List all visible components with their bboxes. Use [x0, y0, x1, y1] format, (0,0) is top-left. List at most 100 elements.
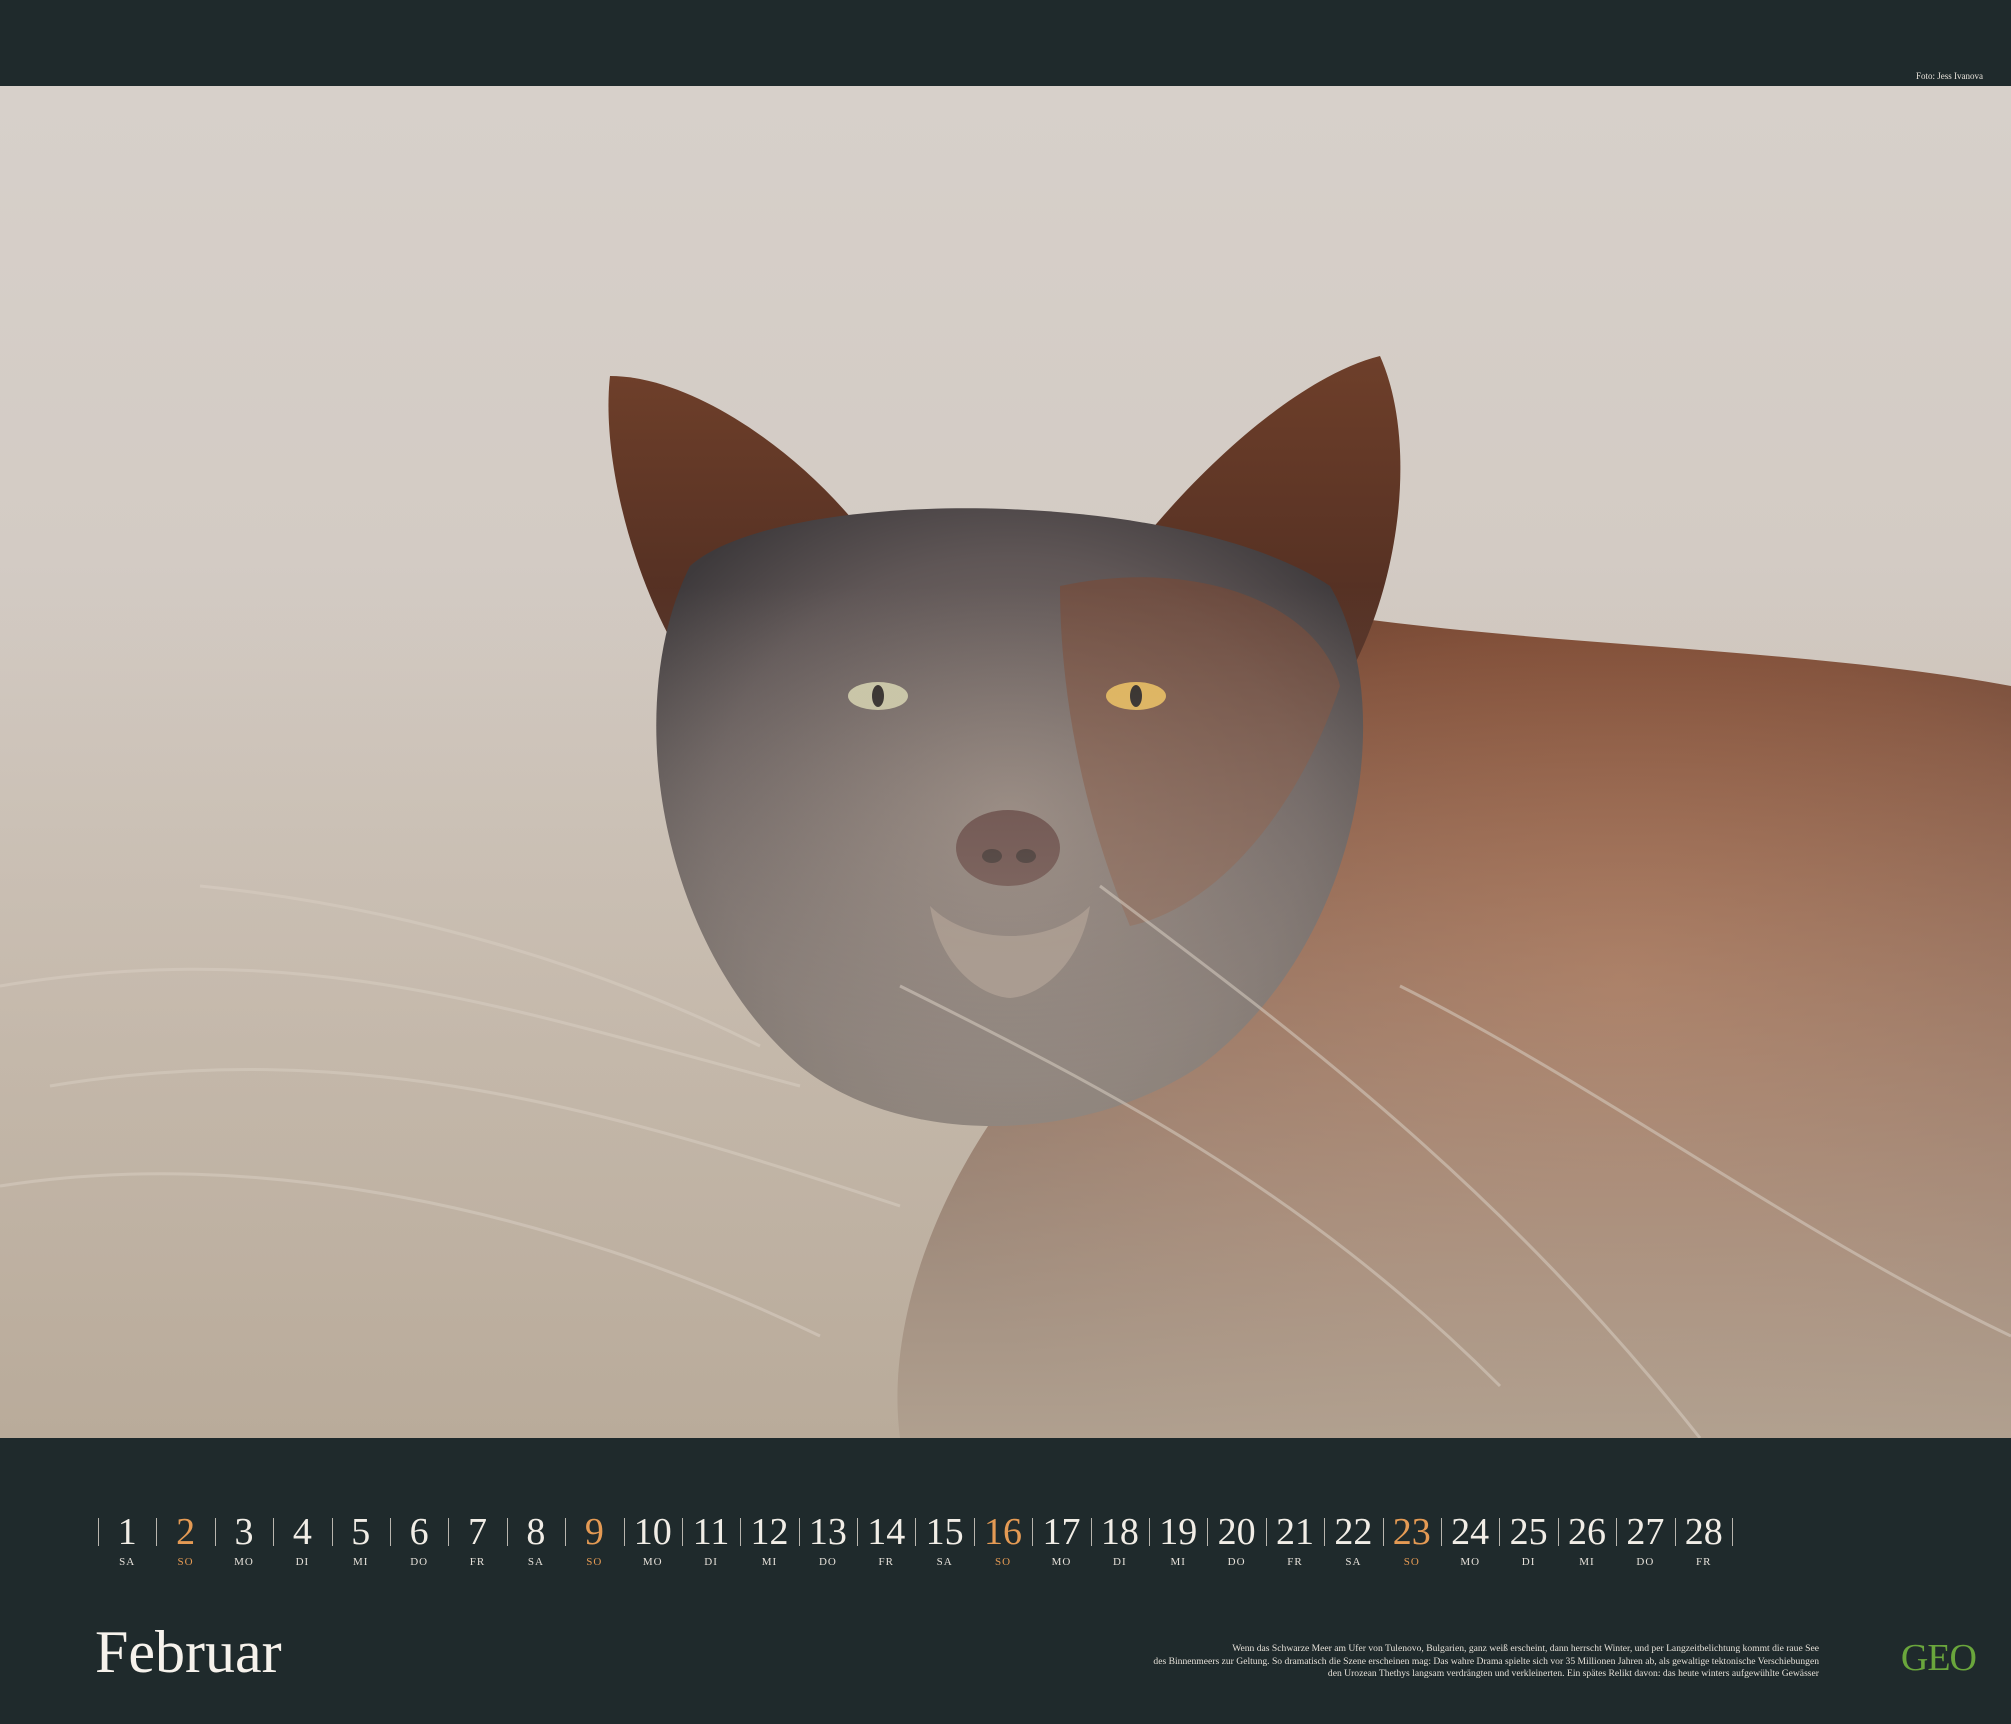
- day-cell: 10 MO: [623, 1510, 682, 1568]
- weekday-label: MI: [1170, 1556, 1186, 1568]
- day-separator: [1674, 1518, 1676, 1546]
- day-separator: [1090, 1518, 1092, 1546]
- day-separator: [331, 1518, 333, 1546]
- geo-logo: GEO: [1900, 1637, 1977, 1679]
- day-separator: [1382, 1518, 1384, 1546]
- day-cell: 26 MI: [1557, 1510, 1616, 1568]
- day-separator: [1265, 1518, 1267, 1546]
- weekday-label: SO: [586, 1556, 603, 1568]
- day-number: 6: [409, 1511, 429, 1553]
- weekday-label: MO: [642, 1556, 663, 1568]
- day-number: 25: [1509, 1511, 1548, 1553]
- day-separator: [798, 1518, 800, 1546]
- weekday-label: FR: [1287, 1556, 1303, 1568]
- day-number: 20: [1217, 1511, 1256, 1553]
- day-number: 23: [1392, 1511, 1431, 1553]
- day-cell: 1 SA: [98, 1510, 156, 1568]
- day-number: 19: [1159, 1511, 1198, 1553]
- day-cell: 23 SO: [1382, 1510, 1441, 1568]
- weekday-label: MI: [353, 1556, 369, 1568]
- day-number: 13: [808, 1511, 847, 1553]
- day-separator: [681, 1518, 683, 1546]
- day-cell: 4 DI: [273, 1510, 331, 1568]
- day-cell: 7 FR: [448, 1510, 506, 1568]
- weekday-label: DO: [1227, 1556, 1246, 1568]
- day-separator: [740, 1518, 742, 1546]
- day-number: 8: [526, 1511, 546, 1553]
- weekday-label: FR: [1696, 1556, 1712, 1568]
- day-number: 18: [1100, 1511, 1139, 1553]
- day-cell: 6 DO: [389, 1510, 448, 1568]
- caption-line: den Urozean Thethys langsam verdrängten …: [1327, 1668, 1819, 1679]
- fox-photo: [0, 86, 2011, 1438]
- day-cell: 28 FR: [1674, 1510, 1734, 1568]
- weekday-label: MI: [761, 1556, 778, 1568]
- day-number: 12: [750, 1511, 789, 1553]
- day-strip: 1 SA 2 SO 3 MO 4 DI 5 MI 6 DO 7 FR 8 SA 9 SO 10 MO 11 DI 12 MI 1…: [98, 1510, 1734, 1568]
- day-number: 16: [984, 1511, 1023, 1553]
- day-number: 5: [351, 1511, 371, 1553]
- month-title: Februar: [95, 1619, 282, 1685]
- day-number: 14: [867, 1511, 906, 1553]
- day-separator: [623, 1518, 625, 1546]
- day-number: 1: [117, 1511, 137, 1553]
- day-cell: 22 SA: [1324, 1510, 1382, 1568]
- day-number: 10: [633, 1511, 672, 1553]
- day-separator: [973, 1518, 975, 1546]
- weekday-label: SA: [527, 1556, 544, 1568]
- day-number: 9: [584, 1511, 604, 1553]
- weekday-label: DI: [295, 1556, 310, 1568]
- day-cell: 9 SO: [565, 1510, 623, 1568]
- day-cell: 2 SO: [156, 1510, 214, 1568]
- day-cell: 14 FR: [857, 1510, 915, 1568]
- photo-caption: Wenn das Schwarze Meer am Ufer von Tulen…: [1119, 1643, 1819, 1681]
- calendar-band: [0, 1438, 2011, 1724]
- weekday-label: DI: [1113, 1556, 1127, 1568]
- caption-line: des Binnenmeers zur Geltung. So dramatis…: [1153, 1655, 1819, 1667]
- day-separator: [389, 1518, 391, 1546]
- day-separator: [1324, 1518, 1326, 1546]
- day-number: 24: [1451, 1511, 1490, 1553]
- weekday-label: SA: [1345, 1556, 1362, 1568]
- weekday-label: DO: [1636, 1556, 1655, 1568]
- day-separator: [156, 1518, 158, 1546]
- day-number: 27: [1626, 1511, 1665, 1553]
- weekday-label: SA: [119, 1556, 136, 1568]
- day-cell: 11 DI: [681, 1510, 740, 1568]
- weekday-label: DI: [704, 1556, 718, 1568]
- day-separator: [1207, 1518, 1209, 1546]
- day-separator: [1149, 1518, 1151, 1546]
- weekday-label: SO: [177, 1556, 194, 1568]
- weekday-label: MO: [234, 1556, 254, 1568]
- day-cell: 25 DI: [1499, 1510, 1557, 1568]
- day-separator: [915, 1518, 917, 1546]
- caption-line: Wenn das Schwarze Meer am Ufer von Tulen…: [1232, 1643, 1819, 1654]
- day-separator: [1499, 1518, 1501, 1546]
- day-separator: [273, 1518, 275, 1546]
- day-cell: 8 SA: [506, 1510, 565, 1568]
- day-number: 21: [1276, 1511, 1314, 1553]
- day-number: 7: [468, 1511, 488, 1553]
- day-separator: [1440, 1518, 1442, 1546]
- day-cell: 21 FR: [1265, 1510, 1324, 1568]
- fox-illustration: [0, 356, 2011, 1438]
- day-cell: 13 DO: [798, 1510, 857, 1568]
- day-number: 15: [925, 1511, 964, 1553]
- day-separator: [506, 1518, 508, 1546]
- weekday-label: MI: [1579, 1556, 1595, 1568]
- weekday-label: DO: [410, 1556, 429, 1568]
- day-number: 26: [1567, 1511, 1606, 1553]
- day-cell: 5 MI: [331, 1510, 390, 1568]
- day-cell: 19 MI: [1149, 1510, 1207, 1568]
- day-number: 4: [292, 1511, 312, 1553]
- weekday-label: SA: [936, 1556, 953, 1568]
- day-cell: 12 MI: [740, 1510, 798, 1568]
- day-separator: [1032, 1518, 1034, 1546]
- day-number: 3: [234, 1511, 254, 1553]
- day-cell: 3 MO: [214, 1510, 273, 1568]
- day-separator: [214, 1518, 216, 1546]
- day-separator: [857, 1518, 859, 1546]
- day-separator: [1616, 1518, 1618, 1546]
- day-separator: [448, 1518, 450, 1546]
- weekday-label: MO: [1460, 1556, 1481, 1568]
